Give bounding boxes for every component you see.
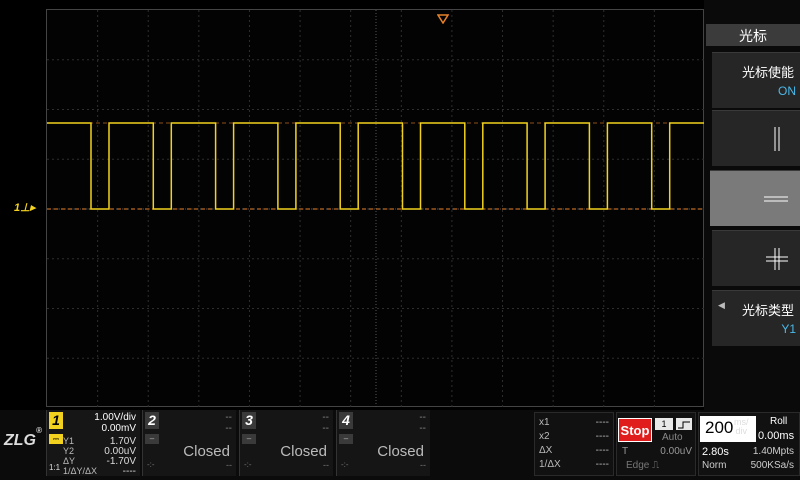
dc-coupling-icon: ⎓ bbox=[49, 434, 63, 444]
x1-label: x1 bbox=[539, 417, 550, 428]
channel-number: 1 bbox=[49, 412, 63, 429]
channel-footer-value: -- bbox=[226, 460, 232, 470]
delta-y-label: ΔY bbox=[63, 456, 76, 466]
trigger-slope-icon bbox=[676, 418, 692, 430]
channel-3-panel[interactable]: 3 -- -- – Closed -:- -- bbox=[239, 410, 333, 476]
probe-ratio: -:- bbox=[147, 460, 155, 469]
channel-number: 2 bbox=[145, 412, 159, 429]
channel-footer-value: -- bbox=[420, 460, 426, 470]
channel-state: Closed bbox=[183, 443, 230, 460]
waveform-grid bbox=[47, 10, 705, 408]
timebase-value: 200 bbox=[705, 418, 734, 437]
coupling-icon: – bbox=[145, 434, 159, 444]
probe-ratio: -:- bbox=[341, 460, 349, 469]
channel-offset: -- bbox=[419, 423, 426, 434]
channel-scale: -- bbox=[322, 412, 329, 423]
x2-label: x2 bbox=[539, 431, 550, 442]
channel-footer-value: -- bbox=[323, 460, 329, 470]
acquisition-mode: Norm bbox=[702, 460, 727, 471]
channel-number: 3 bbox=[242, 412, 256, 429]
timebase-unit: ms/div bbox=[734, 417, 749, 436]
channel-offset: 0.00mV bbox=[101, 423, 136, 434]
cursor-type-button[interactable]: ◀ 光标类型 Y1 bbox=[712, 290, 800, 346]
cursor-enable-value: ON bbox=[778, 84, 796, 98]
channel-scale: -- bbox=[419, 412, 426, 423]
memory-depth: 1.40Mpts bbox=[752, 446, 794, 457]
trigger-level: 0.00uV bbox=[660, 446, 692, 457]
horizontal-cursors-button[interactable] bbox=[710, 170, 800, 226]
channel-scale: 1.00V/div bbox=[94, 412, 136, 423]
channel-offset: -- bbox=[322, 423, 329, 434]
channel-state: Closed bbox=[280, 443, 327, 460]
waveform-display[interactable] bbox=[46, 9, 705, 408]
channel-1-panel[interactable]: 1 1.00V/div 0.00mV ⎓ Y1 1.70V Y2 0.00uV … bbox=[46, 410, 140, 477]
channel-state: Closed bbox=[377, 443, 424, 460]
trigger-mode: Auto bbox=[662, 432, 683, 443]
channel-scale: -- bbox=[225, 412, 232, 423]
delta-x-label: ΔX bbox=[539, 445, 553, 456]
inverse-delta-x-label: 1/ΔX bbox=[539, 459, 561, 470]
timebase-offset: 0.00ms bbox=[758, 430, 795, 442]
cursor-type-value: Y1 bbox=[781, 322, 796, 336]
run-stop-button[interactable]: Stop bbox=[618, 418, 652, 442]
cursor-type-label: 光标类型 bbox=[741, 303, 794, 318]
probe-ratio: -:- bbox=[244, 460, 252, 469]
x2-value: ---- bbox=[595, 431, 609, 442]
horizontal-lines-icon bbox=[764, 196, 788, 202]
trigger-position-icon[interactable] bbox=[437, 14, 449, 24]
channel-4-panel[interactable]: 4 -- -- – Closed -:- -- bbox=[336, 410, 430, 476]
cursor-enable-label: 光标使能 bbox=[741, 65, 794, 80]
menu-title: 光标 bbox=[706, 24, 800, 46]
coupling-icon: – bbox=[242, 434, 256, 444]
trigger-type: Edge ⎍ bbox=[626, 460, 660, 471]
left-arrow-icon: ◀ bbox=[718, 300, 725, 310]
channel-2-panel[interactable]: 2 -- -- – Closed -:- -- bbox=[142, 410, 236, 476]
y1-label: Y1 bbox=[63, 436, 75, 446]
sample-rate: 500KSa/s bbox=[750, 460, 794, 471]
horizontal-delay: 2.80s bbox=[702, 446, 729, 458]
y2-label: Y2 bbox=[63, 446, 75, 456]
cursor-enable-button[interactable]: 光标使能 ON bbox=[712, 52, 800, 108]
timebase-mode: Roll bbox=[770, 416, 788, 427]
coupling-icon: – bbox=[339, 434, 353, 444]
ratio-value: ---- bbox=[122, 466, 136, 477]
cross-cursors-button[interactable] bbox=[712, 230, 800, 286]
inverse-delta-x-value: ---- bbox=[595, 459, 609, 470]
delta-x-value: ---- bbox=[595, 445, 609, 456]
probe-ratio: 1:1 bbox=[49, 463, 61, 472]
x1-value: ---- bbox=[595, 417, 609, 428]
vertical-lines-icon bbox=[774, 127, 780, 151]
trigger-source: 1 bbox=[655, 418, 673, 430]
ratio-label: 1/ΔY/ΔX bbox=[63, 466, 98, 476]
crosshair-lines-icon bbox=[766, 248, 788, 270]
channel-1-level-marker[interactable]: 1⊥▸ bbox=[14, 201, 35, 214]
channel-offset: -- bbox=[225, 423, 232, 434]
trigger-t-label: T bbox=[622, 446, 629, 457]
cursor-readout-panel[interactable]: x1 ---- x2 ---- ΔX ---- 1/ΔX ---- bbox=[534, 412, 614, 476]
vertical-cursors-button[interactable] bbox=[712, 110, 800, 166]
channel-number: 4 bbox=[339, 412, 353, 429]
brand-logo: ZLG ® bbox=[4, 426, 42, 449]
